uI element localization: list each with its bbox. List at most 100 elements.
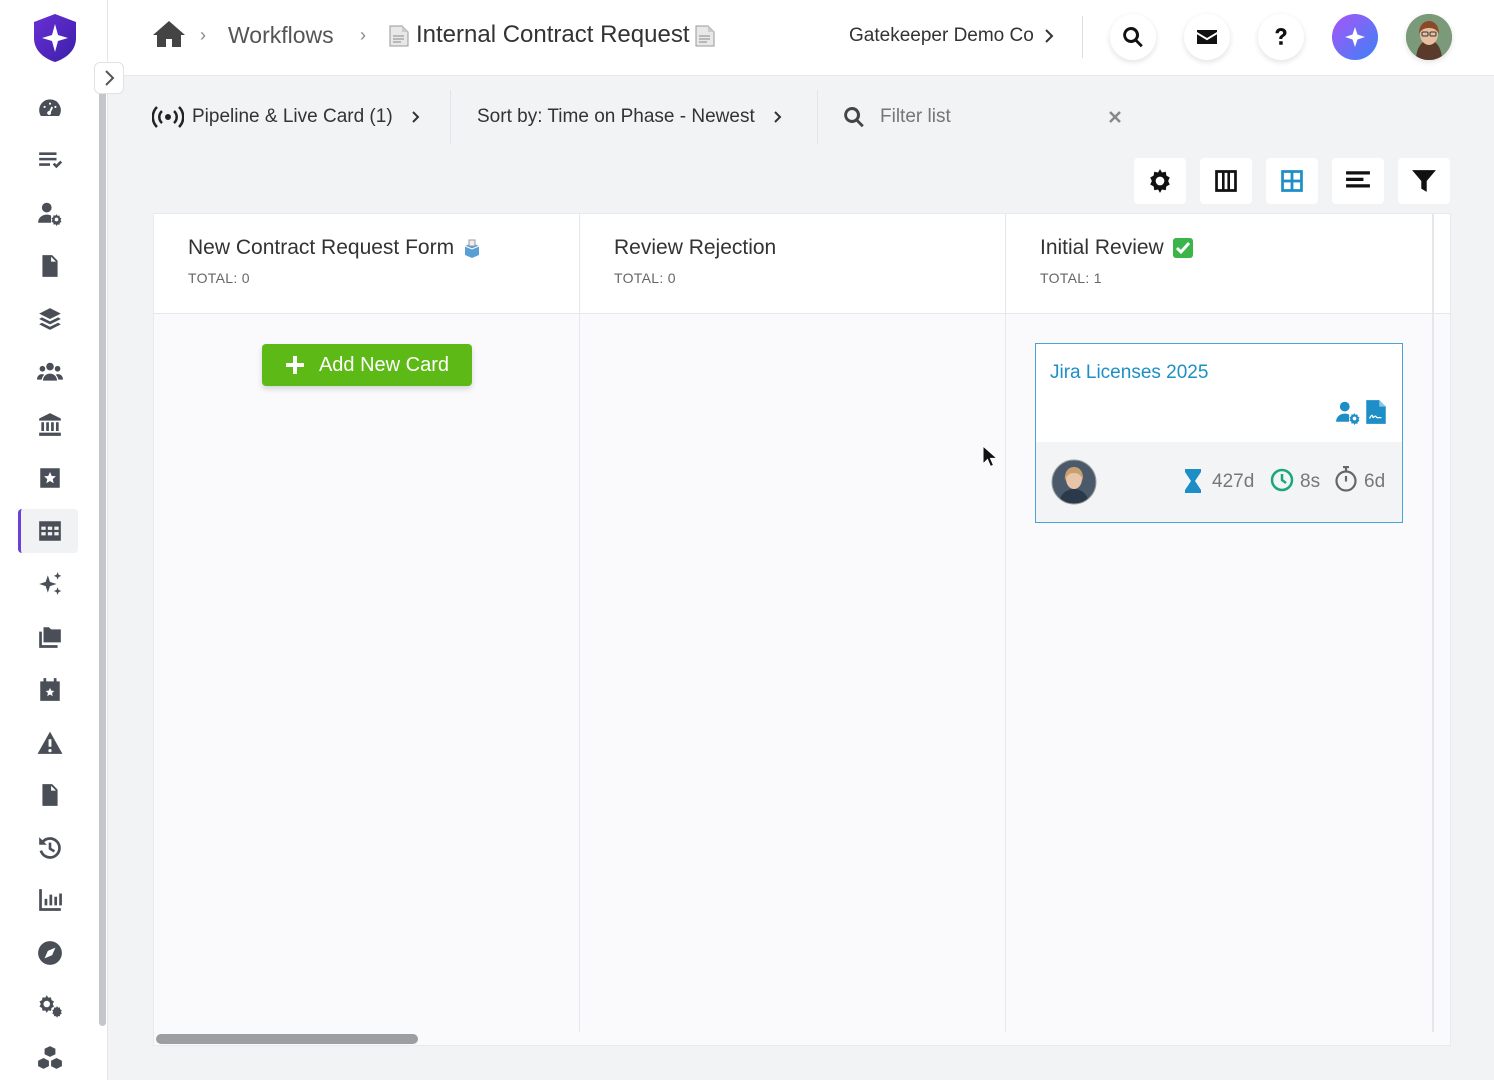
- sort-label: Sort by: Time on Phase - Newest: [477, 106, 755, 127]
- stopwatch-icon: [1335, 466, 1357, 492]
- board-column: Review Rejection TOTAL: 0: [580, 214, 1006, 1032]
- pipeline-label: Pipeline & Live Card (1): [192, 106, 393, 127]
- divider: [450, 90, 451, 144]
- messages-button[interactable]: [1184, 14, 1230, 60]
- sidebar-item-history[interactable]: [20, 826, 80, 870]
- check-mark-icon: [1172, 238, 1193, 258]
- search-icon: [844, 107, 864, 128]
- sidebar-item-repository[interactable]: [20, 615, 80, 659]
- column-total: TOTAL: 0: [614, 270, 676, 286]
- divider: [817, 90, 818, 144]
- sidebar-item-integrations[interactable]: [20, 1036, 80, 1080]
- sidebar-item-dashboard[interactable]: [20, 86, 80, 130]
- ballot-box-icon: [464, 239, 480, 258]
- layers-icon: [39, 308, 61, 330]
- board-settings-button[interactable]: [1134, 158, 1186, 204]
- add-card-label: Add New Card: [318, 353, 450, 376]
- chevron-right-icon[interactable]: [1044, 28, 1054, 44]
- sidebar-item-workflows[interactable]: [18, 509, 78, 553]
- broadcast-icon: [152, 106, 184, 128]
- calendar-star-icon: [40, 678, 60, 701]
- sidebar-item-approvals[interactable]: [20, 773, 80, 817]
- sort-selector[interactable]: Sort by: Time on Phase - Newest: [477, 98, 783, 136]
- user-avatar-icon: [1406, 14, 1452, 60]
- card-title[interactable]: Jira Licenses 2025: [1050, 362, 1208, 384]
- assignee-avatar[interactable]: [1051, 459, 1097, 505]
- column-total: TOTAL: 0: [188, 270, 250, 286]
- gears-icon: [39, 995, 62, 1018]
- breadcrumb-separator: ›: [200, 25, 206, 45]
- sidebar-item-layers[interactable]: [20, 297, 80, 341]
- sidebar-item-ai[interactable]: [20, 562, 80, 606]
- card-stat-timer: 6d: [1364, 471, 1386, 492]
- add-new-card-button[interactable]: Add New Card: [262, 344, 472, 386]
- sparkle-icon: [1345, 27, 1365, 47]
- breadcrumb: [152, 19, 186, 49]
- sidebar-item-legal-entities[interactable]: [20, 403, 80, 447]
- file-check-icon: [42, 784, 58, 806]
- chart-bar-icon: [39, 889, 62, 911]
- page-title: Internal Contract Request: [416, 21, 690, 48]
- sidebar-item-reports[interactable]: [20, 878, 80, 922]
- column-title: Review Rejection: [614, 236, 777, 259]
- sidebar-item-favorites[interactable]: [20, 456, 80, 500]
- filter-button[interactable]: [1398, 158, 1450, 204]
- home-icon[interactable]: [152, 19, 186, 49]
- grid-view-button[interactable]: [1266, 158, 1318, 204]
- sidebar-item-calendar[interactable]: [20, 668, 80, 712]
- company-switcher[interactable]: Gatekeeper Demo Co: [849, 25, 1034, 47]
- document-icon: [389, 25, 409, 47]
- breadcrumb-workflows[interactable]: Workflows: [228, 22, 334, 49]
- align-justify-icon: [1346, 171, 1370, 188]
- sidebar-item-risks[interactable]: [20, 721, 80, 765]
- sidebar-scrollbar[interactable]: [99, 90, 106, 1026]
- column-total: TOTAL: 1: [1040, 270, 1102, 286]
- search-button[interactable]: [1110, 14, 1156, 60]
- sidebar-item-people[interactable]: [20, 350, 80, 394]
- sidebar-item-settings[interactable]: [20, 984, 80, 1028]
- history-icon: [39, 837, 61, 859]
- user-gear-icon: [38, 202, 62, 226]
- card-footer: 427d 8s 6d: [1036, 442, 1402, 522]
- app-logo-icon[interactable]: [30, 12, 80, 64]
- board-column: New Contract Request Form TOTAL: 0 Add N…: [154, 214, 580, 1032]
- sidebar-item-vendors[interactable]: [20, 191, 80, 235]
- gear-icon: [1150, 169, 1170, 193]
- column-header: Review Rejection TOTAL: 0: [580, 214, 1005, 314]
- pipeline-selector[interactable]: Pipeline & Live Card (1): [152, 98, 421, 136]
- user-avatar[interactable]: [1406, 14, 1452, 60]
- horizontal-scrollbar[interactable]: [156, 1034, 418, 1044]
- filter-input[interactable]: [880, 102, 1090, 132]
- board-column: Initial Review TOTAL: 1 Jira Licenses 20…: [1006, 214, 1433, 1032]
- sidebar-item-contracts[interactable]: [20, 244, 80, 288]
- columns-icon: [1215, 170, 1237, 192]
- kanban-board: New Contract Request Form TOTAL: 0 Add N…: [153, 213, 1451, 1046]
- question-icon: [1275, 28, 1287, 45]
- sidebar-item-explore[interactable]: [20, 931, 80, 975]
- help-button[interactable]: [1258, 14, 1304, 60]
- workflow-card[interactable]: Jira Licenses 2025 427d 8s 6d: [1035, 343, 1403, 523]
- chevron-right-icon: [411, 111, 420, 123]
- users-icon: [37, 362, 63, 381]
- sidebar: [0, 0, 108, 1080]
- filter-icon: [1412, 170, 1436, 192]
- sidebar-item-tasks[interactable]: [20, 138, 80, 182]
- search-icon: [1123, 27, 1143, 48]
- chevron-right-icon: [774, 111, 782, 123]
- column-header: New Contract Request Form TOTAL: 0: [154, 214, 579, 314]
- file-signature-icon: [42, 255, 58, 277]
- clear-icon[interactable]: [1108, 110, 1122, 124]
- board-column-partial: [1433, 214, 1450, 1032]
- card-stat-phase-time: 8s: [1300, 471, 1321, 492]
- plus-icon: [285, 356, 304, 374]
- list-check-icon: [39, 152, 63, 169]
- list-view-button[interactable]: [1332, 158, 1384, 204]
- document-icon: [695, 25, 715, 47]
- hourglass-icon: [1185, 469, 1201, 493]
- column-header: [1434, 214, 1450, 314]
- column-view-button[interactable]: [1200, 158, 1252, 204]
- ai-assistant-button[interactable]: [1332, 14, 1378, 60]
- sidebar-expand-button[interactable]: [94, 62, 124, 94]
- top-bar: › Workflows › Internal Contract Request …: [108, 0, 1494, 76]
- table-icon: [38, 521, 61, 541]
